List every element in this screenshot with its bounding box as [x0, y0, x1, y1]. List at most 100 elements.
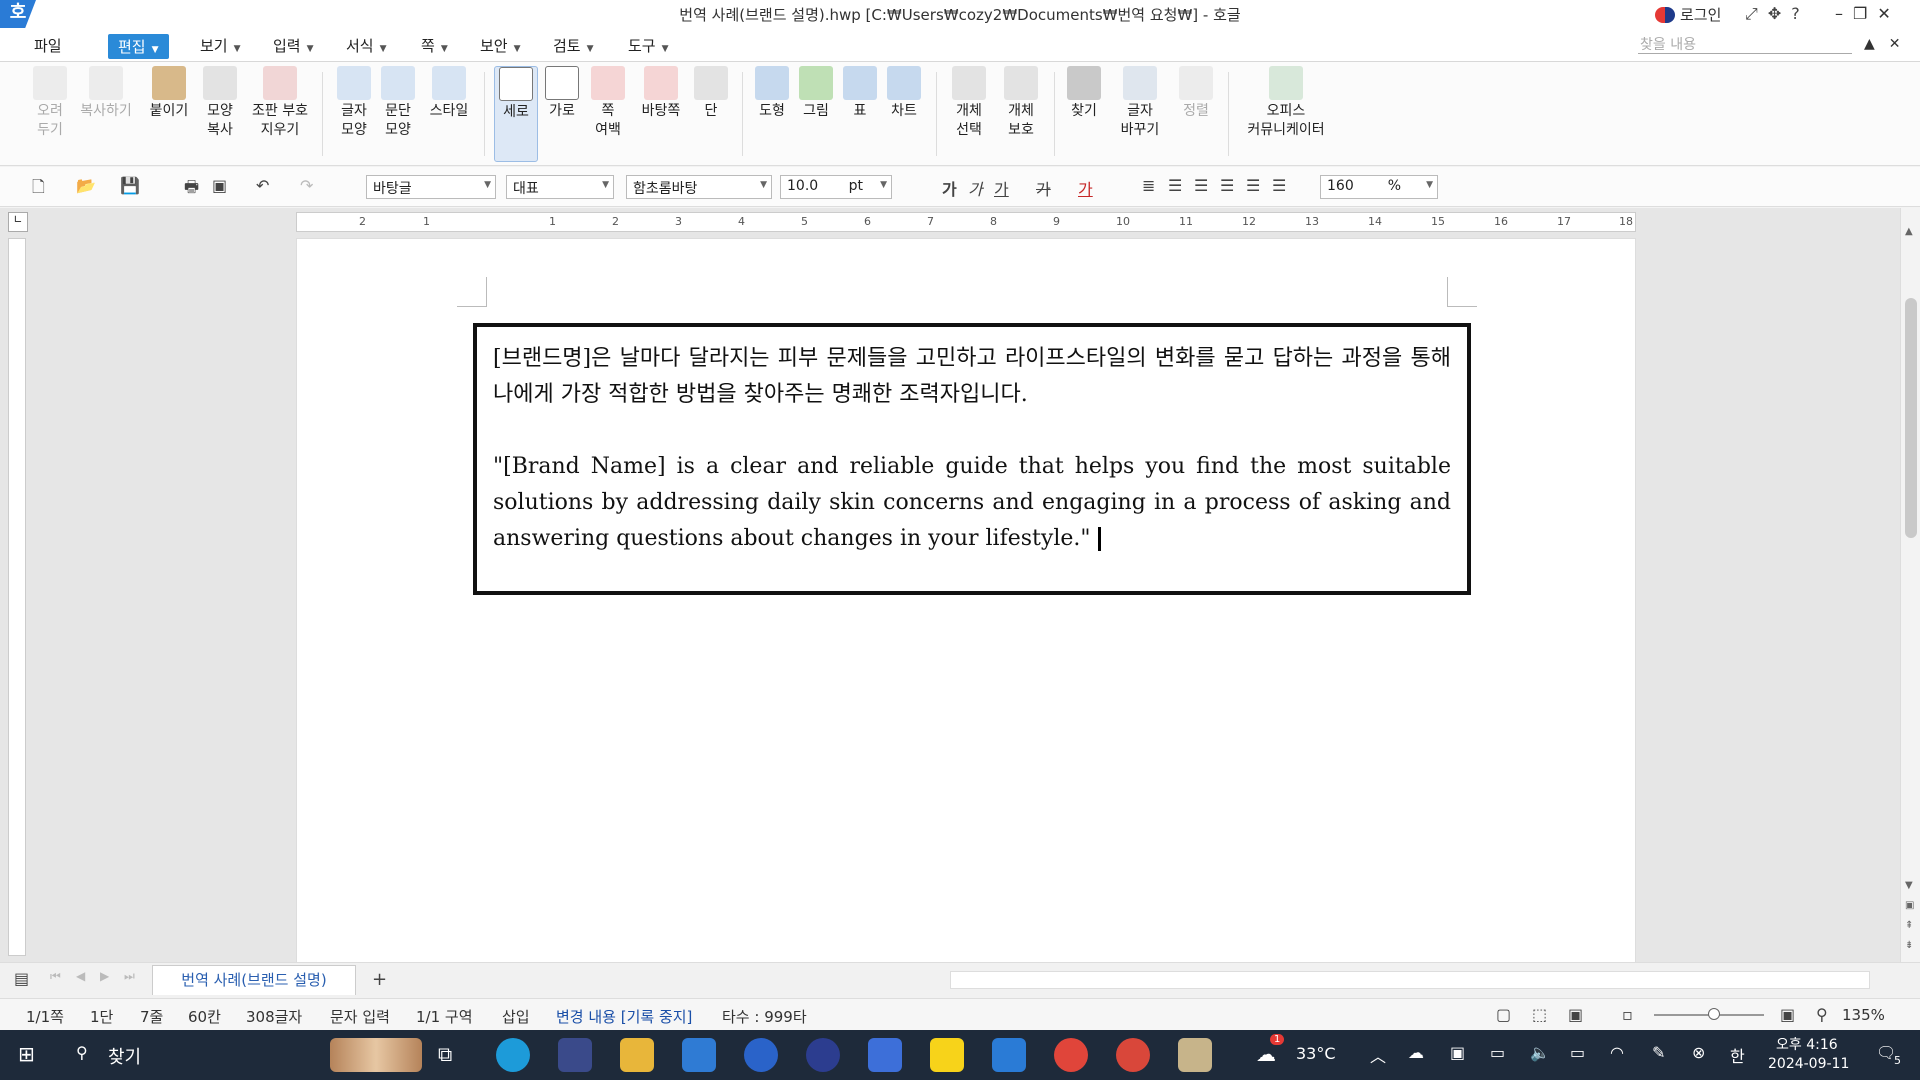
status-track-changes[interactable]: 변경 내용 [기록 중지]	[556, 1006, 692, 1027]
close-circle-icon[interactable]: ⊗	[1692, 1043, 1705, 1062]
menu-file[interactable]: 파일	[34, 35, 62, 56]
file-explorer-icon[interactable]	[620, 1038, 654, 1072]
select-object-button[interactable]: 개체 선택	[946, 66, 992, 140]
text-box[interactable]: [브랜드명]은 날마다 달라지는 피부 문제들을 고민하고 라이프스타일의 변화…	[473, 323, 1471, 595]
clock-date[interactable]: 2024-09-11	[1768, 1056, 1849, 1072]
redo-icon[interactable]: ↷	[300, 176, 313, 195]
para-shape-button[interactable]: 문단 모양	[378, 66, 418, 140]
zoom-out-icon[interactable]: ▫	[1622, 1005, 1633, 1024]
last-tab-icon[interactable]: ⏭	[124, 969, 135, 984]
cut-button[interactable]: 오려 두기	[30, 66, 70, 140]
move-icon[interactable]: ✥	[1768, 4, 1781, 24]
office-communicator-button[interactable]: 오피스 커뮤니케이터	[1238, 66, 1334, 140]
taskbar-search[interactable]: 찾기	[108, 1043, 141, 1069]
bold-icon[interactable]: 가	[942, 176, 957, 200]
fit-width-icon[interactable]: ⬚	[1532, 1005, 1547, 1024]
status-zoom[interactable]: 135%	[1842, 1006, 1885, 1024]
align-left-icon[interactable]: ☰	[1168, 176, 1182, 195]
underline-icon[interactable]: 가	[994, 176, 1009, 200]
clear-marks-button[interactable]: 조판 부호 지우기	[246, 66, 314, 140]
full-page-icon[interactable]: ▣	[1568, 1005, 1583, 1024]
shapes-button[interactable]: 도형	[752, 66, 792, 121]
horizontal-ruler[interactable]: 2 1 1 2 3 4 5 6 7 8 9 10 11 12 13 14 15 …	[296, 212, 1636, 232]
background-page-button[interactable]: 바탕쪽	[636, 66, 686, 121]
menu-tools[interactable]: 도구 ▼	[628, 35, 669, 56]
chrome-profile-icon[interactable]	[1116, 1038, 1150, 1072]
search-input[interactable]: 찾을 내용	[1638, 34, 1852, 54]
style-button[interactable]: 스타일	[424, 66, 474, 121]
scroll-thumb[interactable]	[1905, 298, 1917, 538]
zoom-in-icon[interactable]: ▣	[1780, 1005, 1795, 1024]
vertical-ruler[interactable]	[8, 238, 26, 956]
landscape-button[interactable]: 가로	[542, 66, 582, 121]
windows-start-icon[interactable]: ⊞	[18, 1042, 35, 1066]
menu-view[interactable]: 보기 ▼	[200, 35, 241, 56]
font-size-input[interactable]: 10.0 pt ▼	[780, 175, 892, 199]
margins-button[interactable]: 쪽 여백	[588, 66, 628, 140]
zoom-input[interactable]: 160% ▼	[1320, 175, 1438, 199]
italic-icon[interactable]: 가	[968, 176, 983, 200]
display-icon[interactable]: ▭	[1490, 1043, 1505, 1062]
next-tab-icon[interactable]: ▶	[100, 969, 109, 983]
page-select-icon[interactable]: ▣	[1905, 900, 1914, 911]
format-copy-button[interactable]: 모양 복사	[200, 66, 240, 140]
language-select[interactable]: 대표 ▼	[506, 175, 614, 199]
paint-icon[interactable]	[1178, 1038, 1212, 1072]
chart-button[interactable]: 차트	[884, 66, 924, 121]
undo-icon[interactable]: ↶	[256, 176, 269, 195]
normal-view-icon[interactable]: ▢	[1496, 1005, 1511, 1024]
restore-button[interactable]: ❐	[1853, 4, 1867, 23]
magnifier-icon[interactable]: ⚲	[1816, 1005, 1828, 1024]
align-center-icon[interactable]: ☰	[1194, 176, 1208, 195]
close-button[interactable]: ✕	[1877, 4, 1890, 23]
paragraph-korean[interactable]: [브랜드명]은 날마다 달라지는 피부 문제들을 고민하고 라이프스타일의 변화…	[493, 341, 1451, 413]
columns-button[interactable]: 단	[694, 66, 728, 121]
login-button[interactable]: 로그인	[1655, 4, 1721, 25]
status-page[interactable]: 1/1쪽	[26, 1006, 64, 1027]
fullscreen-icon[interactable]: ⤢	[1745, 4, 1758, 24]
menu-edit[interactable]: 편집 ▼	[108, 34, 169, 59]
ime-indicator[interactable]: 한	[1730, 1043, 1745, 1067]
menu-page[interactable]: 쪽 ▼	[421, 35, 448, 56]
onedrive-icon[interactable]: ☁	[1408, 1043, 1424, 1062]
tray-expand-icon[interactable]: ︿	[1370, 1043, 1386, 1067]
paragraph-english[interactable]: "[Brand Name] is a clear and reliable gu…	[493, 449, 1451, 557]
replace-button[interactable]: 글자 바꾸기	[1110, 66, 1170, 140]
vertical-scrollbar[interactable]: ▲ ▼ ▣ ⇞ ⇟	[1900, 208, 1920, 962]
style-select[interactable]: 바탕글 ▼	[366, 175, 496, 199]
zoom-slider-knob[interactable]	[1708, 1008, 1720, 1020]
prev-page-icon[interactable]: ⇞	[1905, 920, 1913, 931]
status-input-mode[interactable]: 문자 입력	[330, 1006, 390, 1027]
find-button[interactable]: 찾기	[1064, 66, 1104, 121]
hangul-app-icon[interactable]	[992, 1038, 1026, 1072]
video-app-icon[interactable]	[868, 1038, 902, 1072]
minimize-button[interactable]: –	[1835, 4, 1843, 23]
close-doc-icon[interactable]: ✕	[1889, 36, 1901, 52]
strikethrough-icon[interactable]: 가	[1036, 176, 1051, 200]
collapse-ribbon-icon[interactable]: ▲	[1864, 36, 1875, 52]
preview-icon[interactable]: ▣	[212, 176, 227, 195]
mail-icon[interactable]	[682, 1038, 716, 1072]
align-right-icon[interactable]: ☰	[1220, 176, 1234, 195]
menu-review[interactable]: 검토 ▼	[553, 35, 594, 56]
volume-icon[interactable]: 🔈	[1530, 1043, 1550, 1062]
first-tab-icon[interactable]: ⏮	[50, 969, 61, 984]
task-view-icon[interactable]: ⧉	[438, 1042, 452, 1066]
font-color-icon[interactable]: 가	[1078, 176, 1093, 200]
sync-icon[interactable]	[744, 1038, 778, 1072]
add-tab-button[interactable]: +	[372, 969, 387, 990]
justify-icon[interactable]: ≣	[1142, 176, 1155, 195]
print-icon[interactable]: 🖶	[184, 176, 199, 203]
scroll-up-icon[interactable]: ▲	[1905, 226, 1913, 237]
char-shape-button[interactable]: 글자 모양	[334, 66, 374, 140]
save-icon[interactable]: 💾	[120, 176, 140, 195]
document-tab[interactable]: 번역 사례(브랜드 설명)	[152, 965, 356, 995]
split-icon[interactable]: ☰	[1272, 176, 1286, 195]
help-icon[interactable]: ?	[1791, 4, 1800, 24]
ruler-corner-icon[interactable]: ∟	[8, 212, 28, 232]
prev-tab-icon[interactable]: ◀	[76, 969, 85, 983]
sort-button[interactable]: 정렬	[1176, 66, 1216, 121]
new-doc-icon[interactable]: 🗋	[32, 176, 45, 203]
font-select[interactable]: 함초롬바탕 ▼	[626, 175, 772, 199]
store-icon[interactable]	[558, 1038, 592, 1072]
